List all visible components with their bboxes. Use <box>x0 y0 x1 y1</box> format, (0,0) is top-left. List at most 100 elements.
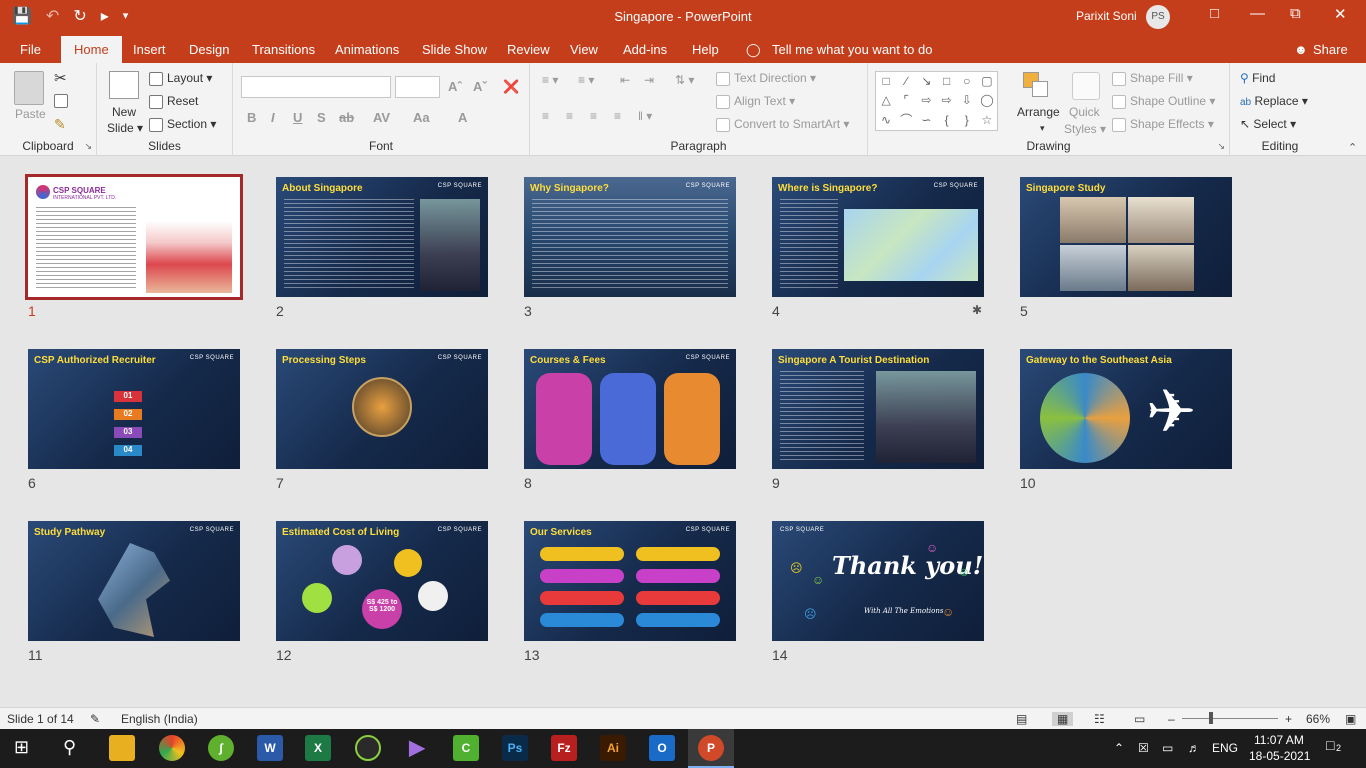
zoom-out-icon[interactable]: – <box>1168 712 1175 726</box>
photoshop-icon[interactable]: Ps <box>502 735 528 761</box>
collapse-ribbon-icon[interactable]: ⌃ <box>1348 141 1357 154</box>
bullets-icon[interactable]: ≡ ▾ <box>542 73 558 87</box>
replace-button[interactable]: ab Replace ▾ <box>1240 94 1308 108</box>
outlook-icon[interactable]: O <box>649 735 675 761</box>
slide-thumbnail-11[interactable]: Study Pathway CSP SQUARE <box>28 521 240 641</box>
tab-insert[interactable]: Insert <box>133 42 166 57</box>
paste-button[interactable]: Paste <box>15 107 46 121</box>
excel-icon[interactable]: X <box>305 735 331 761</box>
word-icon[interactable]: W <box>257 735 283 761</box>
bold-button[interactable]: B <box>247 110 256 125</box>
network-off-icon[interactable]: ☒ <box>1138 741 1149 755</box>
reset-button[interactable]: Reset <box>149 94 198 109</box>
chrome-icon[interactable] <box>159 735 185 761</box>
section-button[interactable]: Section ▾ <box>149 117 216 132</box>
shape-outline-button[interactable]: Shape Outline ▾ <box>1112 94 1215 109</box>
camtasia-icon[interactable]: C <box>453 735 479 761</box>
tab-add-ins[interactable]: Add-ins <box>623 42 667 57</box>
shape-effects-button[interactable]: Shape Effects ▾ <box>1112 117 1214 132</box>
tab-slide-show[interactable]: Slide Show <box>422 42 487 57</box>
arrange-button[interactable]: Arrange <box>1017 105 1060 119</box>
font-name-combo[interactable] <box>241 76 391 98</box>
decrease-indent-icon[interactable]: ⇤ <box>620 73 630 87</box>
slide-thumbnail-10[interactable]: Gateway to the Southeast Asia ✈ <box>1020 349 1232 469</box>
quick-styles-button-line2[interactable]: Styles ▾ <box>1064 122 1106 136</box>
transition-star-icon[interactable]: ✱ <box>972 303 982 317</box>
cut-icon[interactable]: ✂ <box>54 69 67 87</box>
slide-thumbnail-5[interactable]: Singapore Study <box>1020 177 1232 297</box>
select-button[interactable]: ↖ Select ▾ <box>1240 117 1296 131</box>
slideshow-view-icon[interactable]: ▭ <box>1134 712 1145 726</box>
align-center-icon[interactable]: ≡ <box>566 109 573 123</box>
quick-styles-icon[interactable] <box>1072 72 1100 100</box>
slide-thumbnail-2[interactable]: About Singapore CSP SQUARE <box>276 177 488 297</box>
filezilla-icon[interactable]: Fz <box>551 735 577 761</box>
file-explorer-icon[interactable] <box>109 735 135 761</box>
font-color-button[interactable]: A <box>458 110 467 125</box>
windows-start-icon[interactable]: ⊞ <box>14 737 29 758</box>
reading-view-icon[interactable]: ☷ <box>1094 712 1105 726</box>
media-player-icon[interactable]: ▶ <box>404 735 430 761</box>
change-case-button[interactable]: Aa <box>413 110 430 125</box>
battery-icon[interactable]: ▭ <box>1162 741 1173 755</box>
shrink-font-icon[interactable]: Aˇ <box>473 79 487 94</box>
align-left-icon[interactable]: ≡ <box>542 109 549 123</box>
app-icon[interactable]: ∫ <box>208 735 234 761</box>
new-slide-icon[interactable] <box>109 71 139 99</box>
clock-time[interactable]: 11:07 AM <box>1254 733 1304 747</box>
volume-icon[interactable]: ♬ <box>1188 741 1200 755</box>
justify-icon[interactable]: ≡ <box>614 109 621 123</box>
tab-animations[interactable]: Animations <box>335 42 399 57</box>
minimize-icon[interactable]: — <box>1250 5 1265 22</box>
slide-thumbnail-12[interactable]: Estimated Cost of Living CSP SQUARE S$ 4… <box>276 521 488 641</box>
copy-icon[interactable] <box>54 93 72 108</box>
clear-format-icon[interactable]: ❌ <box>503 79 519 95</box>
language-indicator[interactable]: English (India) <box>121 712 198 726</box>
zoom-in-icon[interactable]: + <box>1285 712 1292 726</box>
slide-thumbnail-7[interactable]: Processing Steps CSP SQUARE <box>276 349 488 469</box>
shadow-button[interactable]: S <box>317 110 326 125</box>
tray-chevron-icon[interactable]: ⌃ <box>1114 741 1124 755</box>
language-input-indicator[interactable]: ENG <box>1212 741 1238 755</box>
tab-design[interactable]: Design <box>189 42 229 57</box>
grow-font-icon[interactable]: Aˆ <box>448 79 462 94</box>
powerpoint-icon[interactable]: P <box>698 735 724 761</box>
slide-thumbnail-8[interactable]: Courses & Fees CSP SQUARE <box>524 349 736 469</box>
close-icon[interactable]: ✕ <box>1334 5 1347 23</box>
tab-file[interactable]: File <box>20 42 41 57</box>
strikethrough-button[interactable]: ab <box>339 110 354 125</box>
tab-view[interactable]: View <box>570 42 598 57</box>
tab-home[interactable]: Home <box>61 36 122 63</box>
zoom-slider-thumb[interactable] <box>1209 712 1213 724</box>
slide-thumbnail-3[interactable]: Why Singapore? CSP SQUARE <box>524 177 736 297</box>
format-painter-icon[interactable]: ✎ <box>54 116 66 133</box>
text-direction-button[interactable]: Text Direction ▾ <box>716 71 816 86</box>
quick-styles-button[interactable]: Quick <box>1069 105 1100 119</box>
slide-thumbnail-4[interactable]: Where is Singapore? CSP SQUARE <box>772 177 984 297</box>
drawing-dialog-launcher-icon[interactable]: ↘ <box>1217 141 1225 152</box>
zoom-slider[interactable] <box>1182 718 1278 719</box>
find-button[interactable]: ⚲ Find <box>1240 71 1275 85</box>
avatar[interactable]: PS <box>1146 5 1170 29</box>
slide-thumbnail-9[interactable]: Singapore A Tourist Destination <box>772 349 984 469</box>
font-size-combo[interactable] <box>395 76 440 98</box>
notification-icon[interactable]: □ <box>1326 737 1334 753</box>
dialog-launcher-icon[interactable]: ↘ <box>84 141 92 152</box>
tab-review[interactable]: Review <box>507 42 550 57</box>
char-spacing-button[interactable]: AV <box>373 110 390 125</box>
align-right-icon[interactable]: ≡ <box>590 109 597 123</box>
underline-button[interactable]: U <box>293 110 302 125</box>
columns-icon[interactable]: ‖ ▾ <box>638 109 652 123</box>
user-name[interactable]: Parixit Soni <box>1076 9 1137 23</box>
slide-thumbnail-14[interactable]: CSP SQUARE Thank you! With All The Emoti… <box>772 521 984 641</box>
shapes-gallery[interactable]: □ ∕ ↘ □ ○ ▢ △ ⌜ ⇨ ⇨ ⇩ ◯ ∿ ⌒ ∽{} ☆ <box>875 71 998 131</box>
restore-icon[interactable]: ⧉ <box>1290 5 1301 22</box>
slide-thumbnail-6[interactable]: CSP Authorized Recruiter CSP SQUARE 01 0… <box>28 349 240 469</box>
new-slide-button[interactable]: New <box>112 105 136 119</box>
search-icon[interactable]: ⚲ <box>63 737 76 758</box>
illustrator-icon[interactable]: Ai <box>600 735 626 761</box>
italic-button[interactable]: I <box>271 110 275 125</box>
arrange-dropdown-icon[interactable]: ▾ <box>1040 123 1045 134</box>
align-text-button[interactable]: Align Text ▾ <box>716 94 795 109</box>
share-button[interactable]: Share <box>1313 42 1348 57</box>
